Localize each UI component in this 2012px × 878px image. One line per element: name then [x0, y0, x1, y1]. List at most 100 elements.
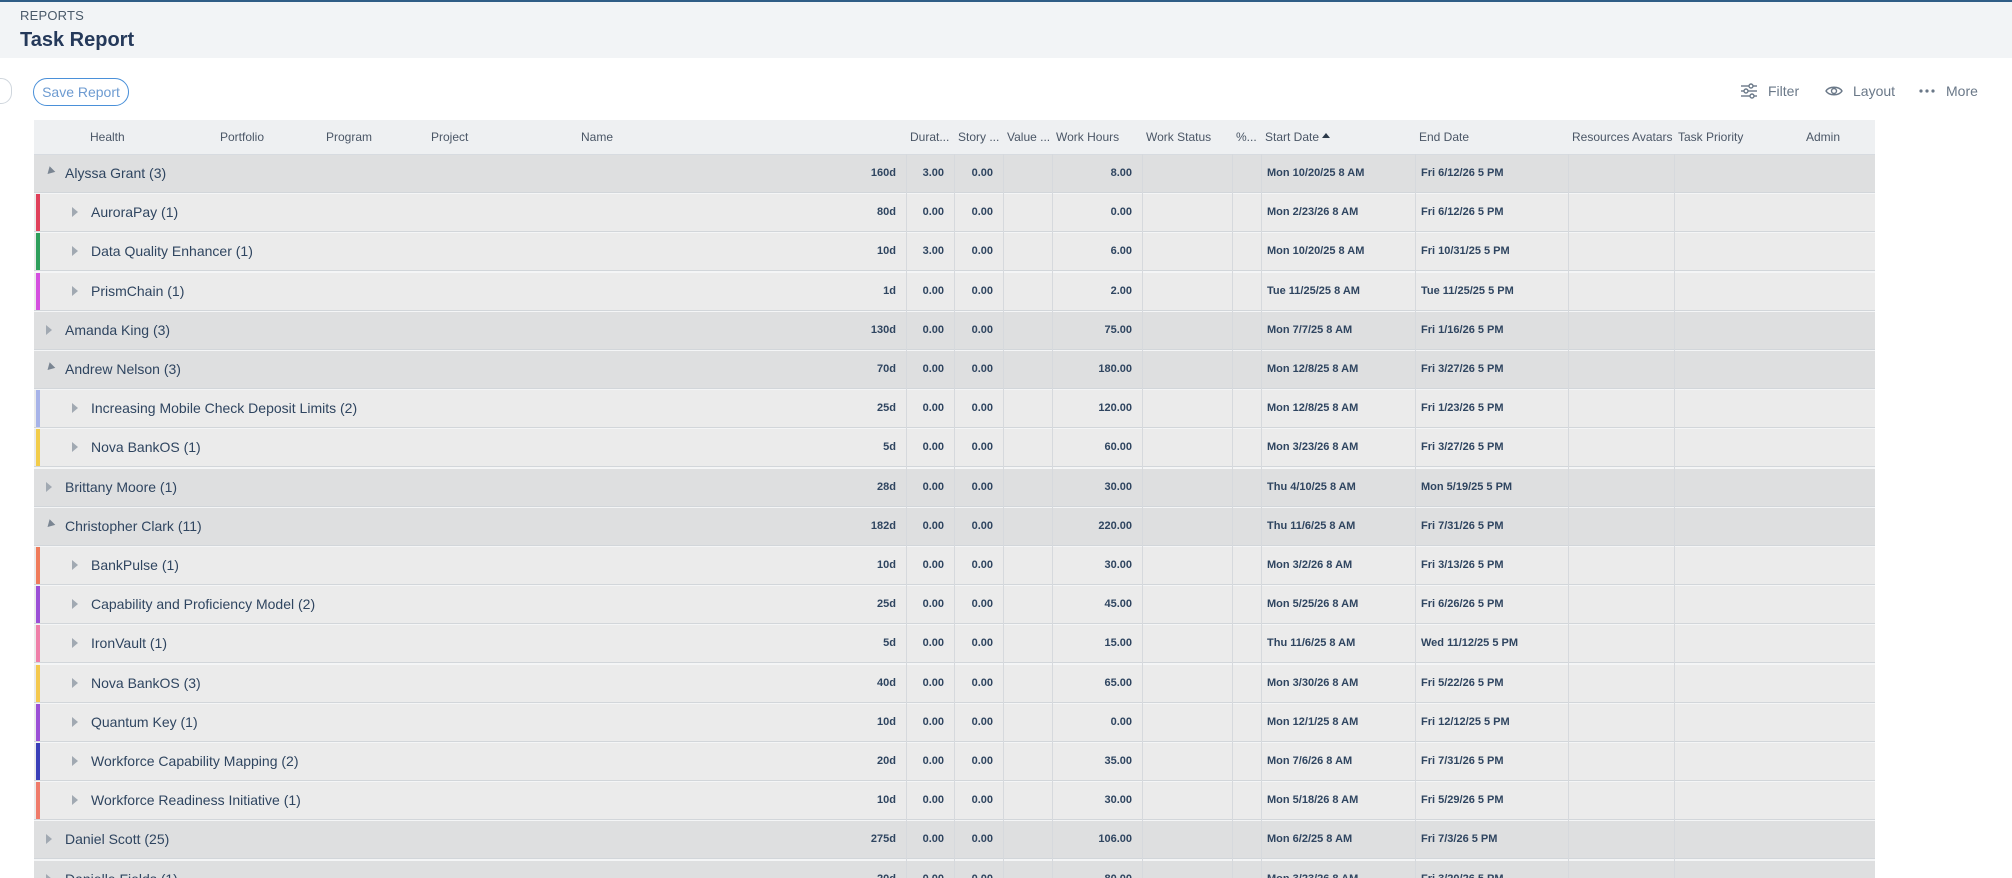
- row-color-indicator: [36, 547, 40, 584]
- row-name[interactable]: BankPulse (1): [91, 557, 179, 573]
- expand-row-icon[interactable]: [72, 638, 78, 649]
- work-hours-cell: 120.00: [1098, 402, 1132, 415]
- expand-row-icon[interactable]: [72, 403, 78, 414]
- row-name[interactable]: Brittany Moore (1): [65, 479, 177, 495]
- start-date-cell: Mon 3/2/26 8 AM: [1267, 559, 1353, 571]
- row-name[interactable]: Daniel Scott (25): [65, 831, 169, 847]
- more-button[interactable]: More: [1918, 78, 1978, 104]
- expand-row-icon[interactable]: [72, 716, 78, 727]
- row-name[interactable]: Quantum Key (1): [91, 714, 198, 730]
- duration-cell: 5d: [883, 637, 896, 650]
- column-divider: [1003, 154, 1004, 878]
- work-hours-cell: 106.00: [1098, 833, 1132, 846]
- col-header-health[interactable]: Health: [90, 130, 125, 144]
- col-header-admin[interactable]: Admin: [1806, 130, 1840, 144]
- col-header-work-hours[interactable]: Work Hours: [1056, 130, 1119, 144]
- expand-row-icon[interactable]: [72, 677, 78, 688]
- col-header-resources[interactable]: Resources Avatars: [1572, 130, 1673, 144]
- save-report-button[interactable]: Save Report: [33, 78, 129, 106]
- row-name[interactable]: Nova BankOS (3): [91, 675, 201, 691]
- story-cell: 0.00: [922, 441, 944, 454]
- row-name[interactable]: Increasing Mobile Check Deposit Limits (…: [91, 400, 357, 416]
- layout-button[interactable]: Layout: [1825, 78, 1895, 104]
- row-name[interactable]: Data Quality Enhancer (1): [91, 243, 253, 259]
- expand-row-icon[interactable]: [46, 324, 52, 335]
- work-hours-cell: 75.00: [1104, 323, 1132, 336]
- row-name[interactable]: Christopher Clark (11): [65, 518, 202, 534]
- start-date-cell: Mon 12/8/25 8 AM: [1267, 363, 1359, 375]
- row-color-indicator: [36, 586, 40, 624]
- work-hours-cell: 30.00: [1104, 559, 1132, 571]
- row-name[interactable]: Danielle Fields (1): [65, 871, 178, 878]
- work-hours-cell: 60.00: [1104, 441, 1132, 454]
- start-date-cell: Mon 5/25/26 8 AM: [1267, 598, 1359, 611]
- end-date-cell: Fri 5/22/26 5 PM: [1421, 676, 1504, 689]
- value-cell: 0.00: [971, 245, 993, 258]
- row-name[interactable]: PrismChain (1): [91, 283, 184, 299]
- duration-cell: 10d: [877, 794, 896, 807]
- col-header-project[interactable]: Project: [431, 130, 468, 144]
- start-date-cell: Mon 7/6/26 8 AM: [1267, 755, 1353, 767]
- start-date-cell: Thu 11/6/25 8 AM: [1267, 519, 1356, 532]
- start-date-cell: Mon 3/23/26 8 AM: [1267, 873, 1358, 878]
- col-header-name[interactable]: Name: [581, 130, 613, 144]
- col-header-story[interactable]: Story ...: [958, 130, 999, 144]
- col-header-priority[interactable]: Task Priority: [1678, 130, 1743, 144]
- row-name[interactable]: IronVault (1): [91, 635, 167, 651]
- value-cell: 0.00: [971, 441, 993, 454]
- value-cell: 0.00: [971, 559, 993, 571]
- story-cell: 3.00: [922, 245, 944, 258]
- row-color-indicator: [36, 625, 40, 663]
- expand-row-icon[interactable]: [72, 756, 78, 766]
- collapse-row-icon[interactable]: [44, 518, 56, 530]
- expand-row-icon[interactable]: [72, 795, 78, 806]
- col-header-percent[interactable]: %...: [1236, 130, 1257, 144]
- column-divider: [1142, 154, 1143, 878]
- col-header-start-date[interactable]: Start Date: [1265, 130, 1331, 144]
- col-header-portfolio[interactable]: Portfolio: [220, 130, 264, 144]
- end-date-cell: Fri 12/12/25 5 PM: [1421, 715, 1510, 728]
- col-header-end-date[interactable]: End Date: [1419, 130, 1469, 144]
- expand-row-icon[interactable]: [46, 873, 52, 878]
- expand-row-icon[interactable]: [72, 599, 78, 610]
- expand-row-icon[interactable]: [46, 834, 52, 845]
- col-header-program[interactable]: Program: [326, 130, 372, 144]
- col-header-work-status[interactable]: Work Status: [1146, 130, 1211, 144]
- breadcrumb[interactable]: REPORTS: [20, 8, 84, 23]
- collapse-row-icon[interactable]: [44, 166, 56, 177]
- expand-row-icon[interactable]: [72, 285, 78, 296]
- story-cell: 0.00: [922, 323, 944, 336]
- collapse-row-icon[interactable]: [44, 362, 56, 373]
- filter-button[interactable]: Filter: [1740, 78, 1799, 104]
- work-hours-cell: 6.00: [1110, 245, 1132, 258]
- work-hours-cell: 0.00: [1110, 715, 1132, 728]
- col-header-value[interactable]: Value ...: [1007, 130, 1050, 144]
- expand-row-icon[interactable]: [72, 560, 78, 570]
- row-color-indicator: [36, 743, 40, 780]
- eye-icon: [1825, 82, 1843, 100]
- story-cell: 0.00: [922, 833, 944, 846]
- row-name[interactable]: Andrew Nelson (3): [65, 361, 181, 377]
- row-name[interactable]: Workforce Readiness Initiative (1): [91, 792, 301, 808]
- value-cell: 0.00: [971, 755, 993, 767]
- expand-row-icon[interactable]: [72, 207, 78, 218]
- work-hours-cell: 30.00: [1104, 794, 1132, 807]
- row-name[interactable]: Amanda King (3): [65, 322, 170, 338]
- row-name[interactable]: Nova BankOS (1): [91, 439, 201, 455]
- expand-row-icon[interactable]: [46, 481, 52, 492]
- end-date-cell: Tue 11/25/25 5 PM: [1421, 284, 1514, 297]
- start-date-cell: Mon 5/18/26 8 AM: [1267, 794, 1359, 807]
- end-date-cell: Fri 3/27/26 5 PM: [1421, 363, 1504, 375]
- sidebar-toggle[interactable]: [0, 78, 12, 104]
- row-name[interactable]: Workforce Capability Mapping (2): [91, 753, 299, 769]
- row-color-indicator: [36, 703, 40, 741]
- work-hours-cell: 65.00: [1104, 676, 1132, 689]
- row-name[interactable]: AuroraPay (1): [91, 204, 178, 220]
- story-cell: 0.00: [922, 519, 944, 532]
- row-name[interactable]: Alyssa Grant (3): [65, 165, 166, 181]
- expand-row-icon[interactable]: [72, 442, 78, 453]
- row-color-indicator: [36, 272, 40, 310]
- expand-row-icon[interactable]: [72, 246, 78, 257]
- row-name[interactable]: Capability and Proficiency Model (2): [91, 596, 315, 612]
- col-header-duration[interactable]: Durat...: [910, 130, 949, 144]
